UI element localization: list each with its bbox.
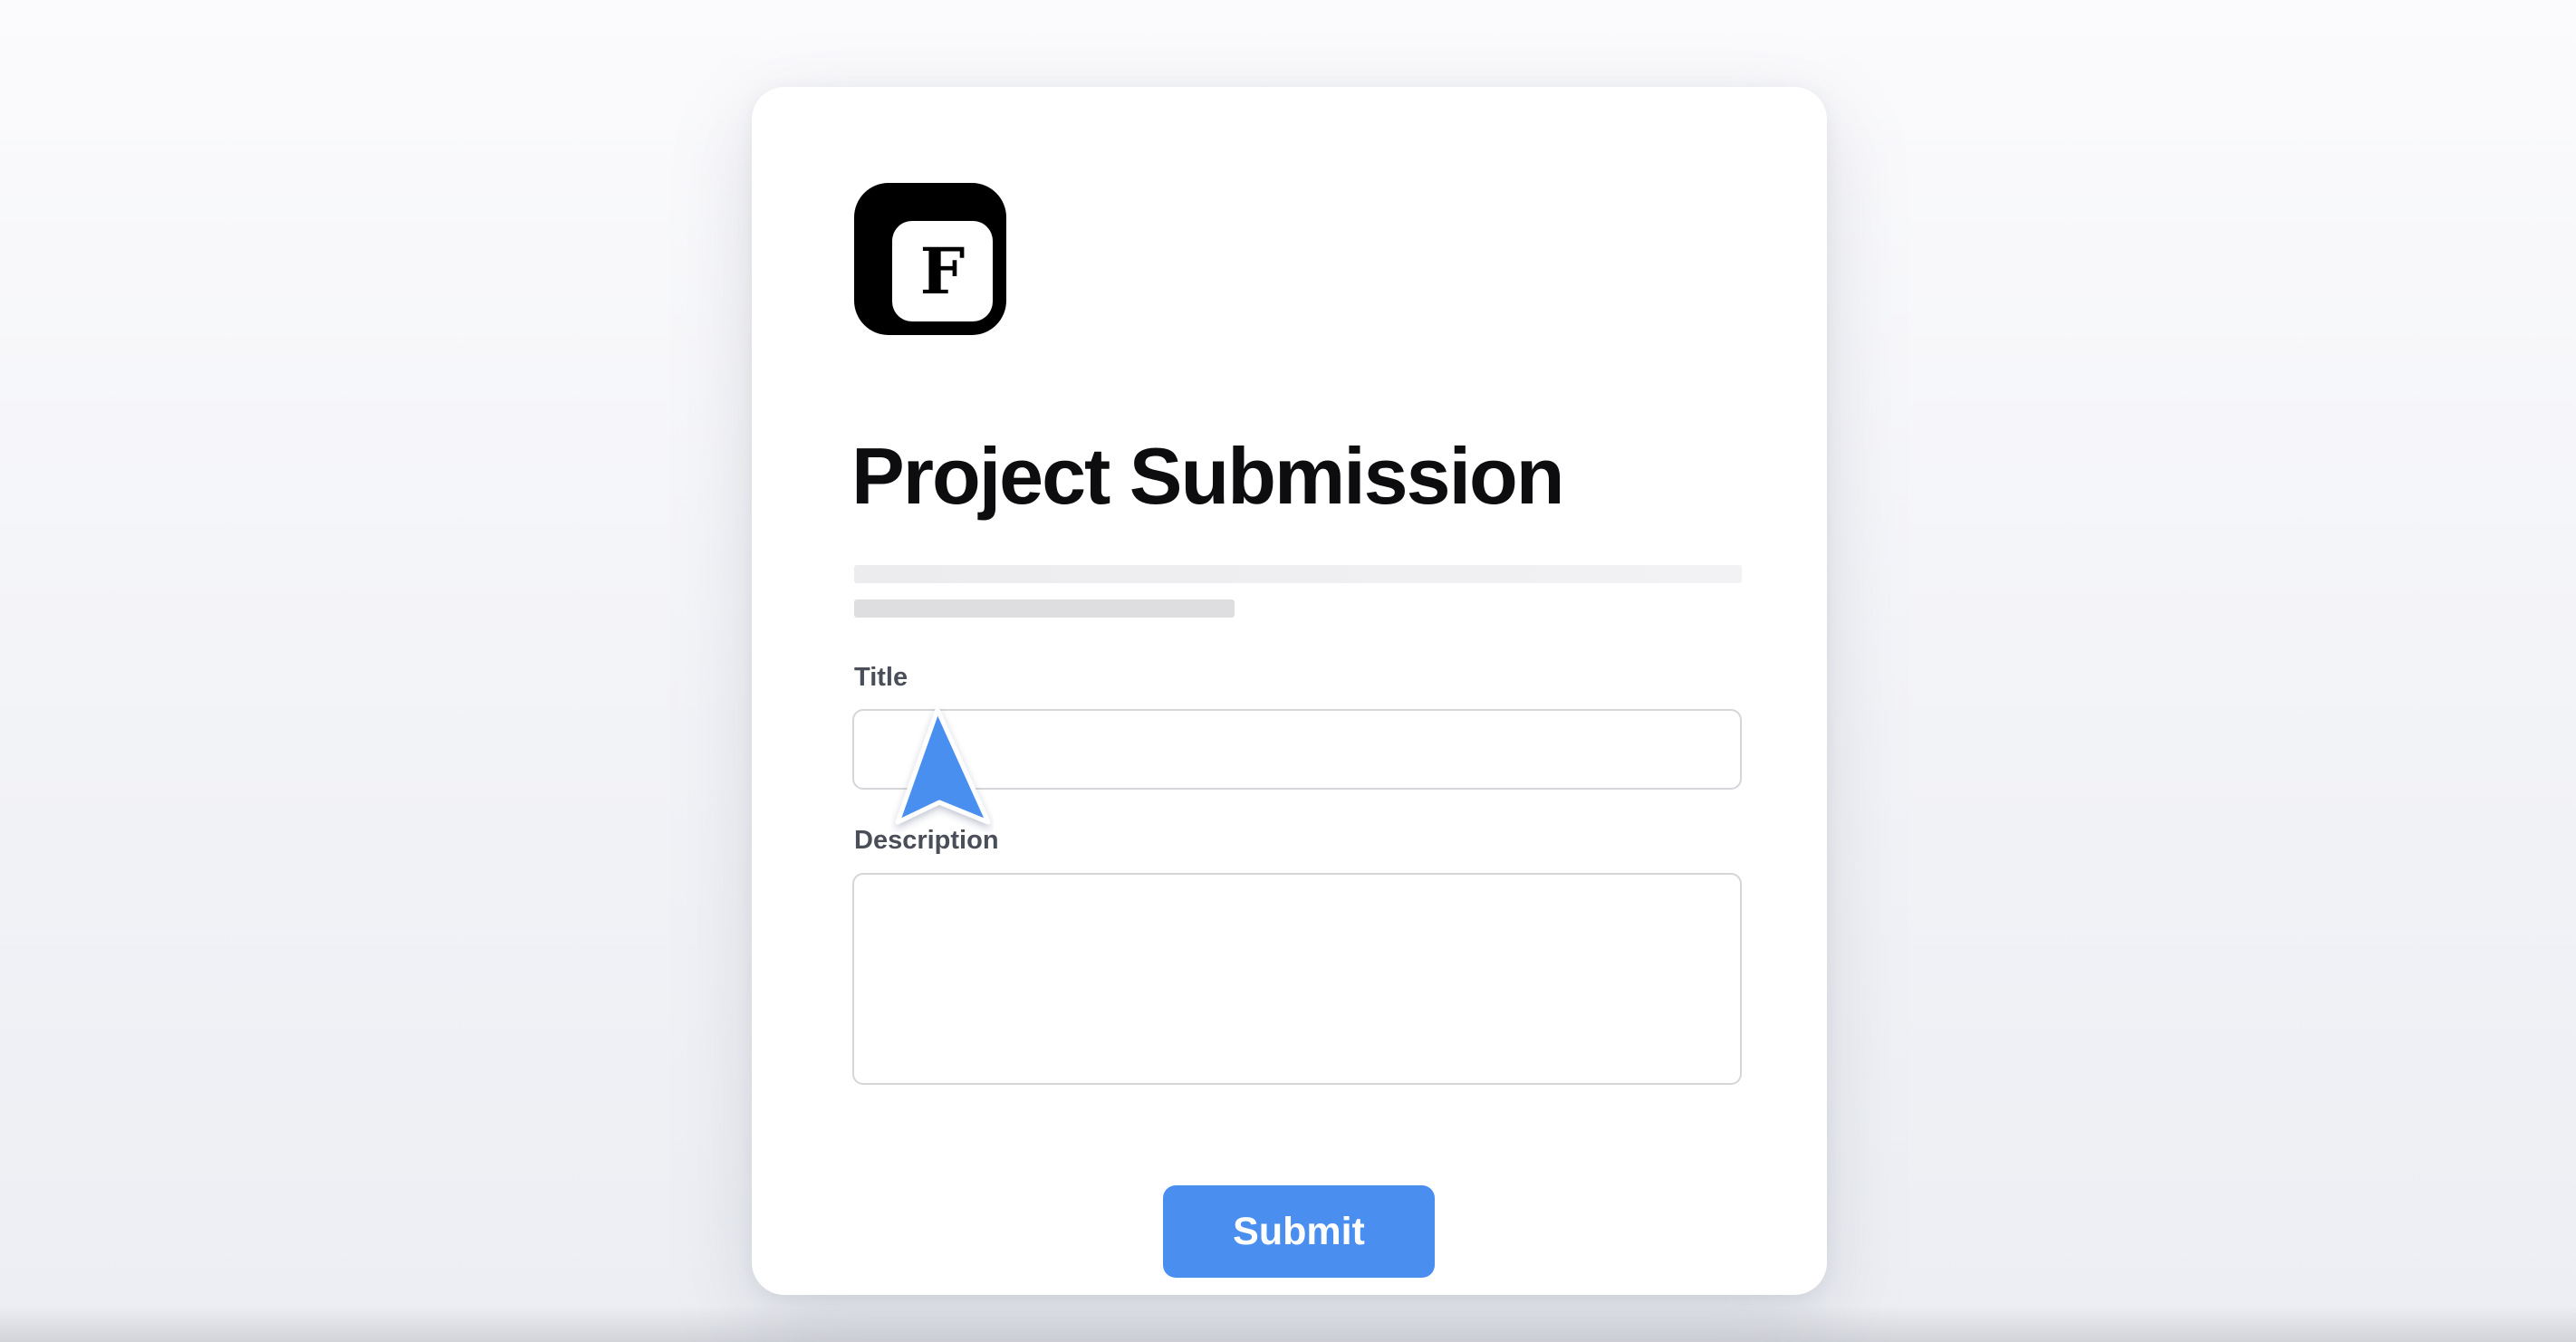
page-title: Project Submission (851, 431, 1565, 521)
app-logo-inner: F (892, 221, 993, 321)
form-card: F Project Submission Title Description S… (752, 87, 1827, 1295)
description-field-label: Description (854, 826, 999, 855)
description-placeholder-line-short (854, 599, 1235, 618)
background-shade (0, 1306, 2576, 1342)
submit-button[interactable]: Submit (1163, 1185, 1435, 1278)
title-field-label: Title (854, 663, 908, 692)
description-placeholder-line (854, 565, 1742, 583)
description-textarea[interactable] (852, 873, 1742, 1085)
app-logo-icon: F (854, 183, 1006, 335)
title-input[interactable] (852, 709, 1742, 790)
logo-letter: F (919, 233, 966, 309)
